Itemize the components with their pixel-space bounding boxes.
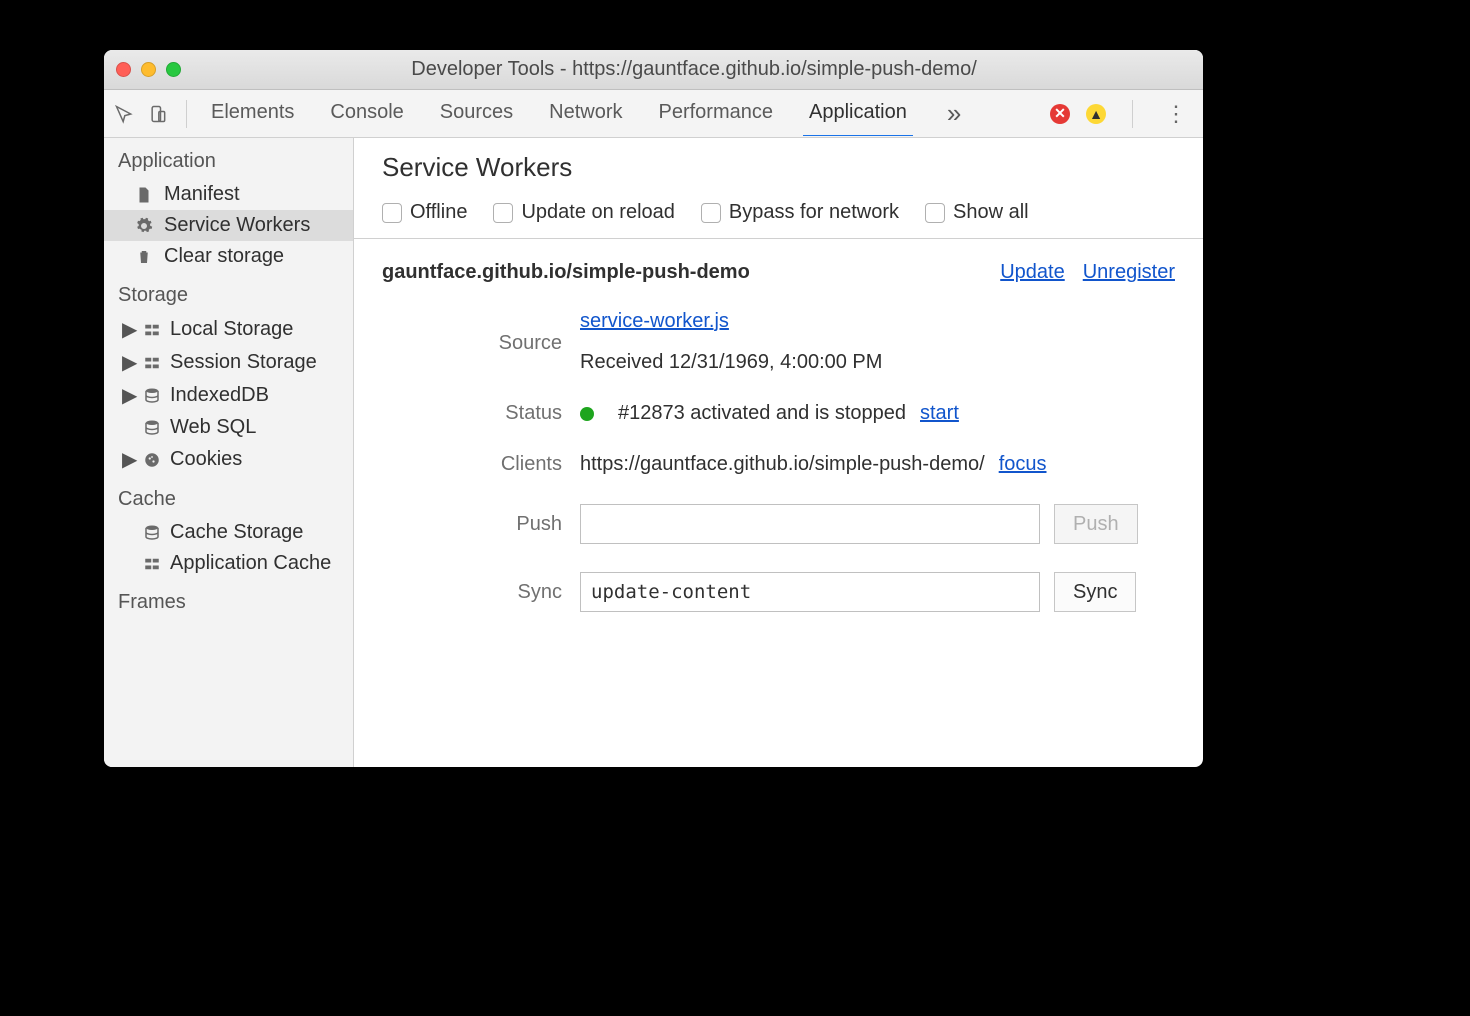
checkbox-icon [701,203,721,223]
sidebar-item-label: Cookies [170,448,242,471]
grid-icon [142,554,162,574]
caret-right-icon: ▶ [122,447,134,472]
devtools-tabstrip: Elements Console Sources Network Perform… [104,90,1203,138]
panel-title: Service Workers [354,138,1203,201]
checkbox-icon [493,203,513,223]
trash-icon [134,247,154,267]
checkbox-label: Bypass for network [729,201,899,224]
client-url: https://gauntface.github.io/simple-push-… [580,453,985,476]
tab-console[interactable]: Console [328,91,405,136]
window-title: Developer Tools - https://gauntface.gith… [197,58,1191,81]
sync-button[interactable]: Sync [1054,572,1136,612]
push-button[interactable]: Push [1054,504,1138,544]
grid-icon [142,353,162,373]
start-link[interactable]: start [920,402,959,425]
database-icon [142,523,162,543]
checkbox-label: Offline [410,201,467,224]
sidebar-section-application: Application [104,138,353,179]
minimize-window-button[interactable] [141,62,156,77]
tab-network[interactable]: Network [547,91,624,136]
sidebar-item-label: Cache Storage [170,521,303,544]
checkbox-label: Show all [953,201,1029,224]
status-indicator-icon [580,407,594,421]
sidebar-item-cookies[interactable]: ▶ Cookies [104,443,353,476]
sidebar-item-session-storage[interactable]: ▶ Session Storage [104,346,353,379]
sidebar-item-label: Web SQL [170,416,256,439]
sidebar-item-indexeddb[interactable]: ▶ IndexedDB [104,379,353,412]
update-on-reload-checkbox[interactable]: Update on reload [493,201,674,224]
gear-icon [134,216,154,236]
status-label: Status [402,402,562,425]
devtools-menu-icon[interactable]: ⋮ [1159,101,1193,127]
sidebar-item-label: Local Storage [170,318,293,341]
sidebar-item-label: Clear storage [164,245,284,268]
tab-application[interactable]: Application [807,91,909,136]
sidebar-section-frames: Frames [104,579,353,620]
source-link[interactable]: service-worker.js [580,310,1175,333]
status-text: #12873 activated and is stopped [618,402,906,425]
zoom-window-button[interactable] [166,62,181,77]
tab-performance[interactable]: Performance [657,91,776,136]
sidebar-section-cache: Cache [104,476,353,517]
show-all-checkbox[interactable]: Show all [925,201,1029,224]
checkbox-icon [382,203,402,223]
source-label: Source [402,330,562,355]
sidebar-item-label: Session Storage [170,351,317,374]
devtools-body: Application Manifest Service Workers Cle… [104,138,1203,767]
sidebar-item-label: Application Cache [170,552,331,575]
unregister-link[interactable]: Unregister [1083,261,1175,284]
close-window-button[interactable] [116,62,131,77]
sidebar-item-manifest[interactable]: Manifest [104,179,353,210]
sidebar-item-websql[interactable]: Web SQL [104,412,353,443]
cookie-icon [142,450,162,470]
sidebar-item-application-cache[interactable]: Application Cache [104,548,353,579]
registration-origin: gauntface.github.io/simple-push-demo [382,261,982,284]
registration-details: Source service-worker.js Received 12/31/… [354,302,1203,620]
devtools-window: Developer Tools - https://gauntface.gith… [104,50,1203,767]
caret-right-icon: ▶ [122,350,134,375]
panel-toolbar: Offline Update on reload Bypass for netw… [354,201,1203,239]
checkbox-icon [925,203,945,223]
divider [1132,100,1133,128]
received-text: Received 12/31/1969, 4:00:00 PM [580,351,1175,374]
divider [186,100,187,128]
offline-checkbox[interactable]: Offline [382,201,467,224]
sidebar-item-service-workers[interactable]: Service Workers [104,210,353,241]
errors-badge-icon[interactable]: ✕ [1050,104,1070,124]
sidebar-section-storage: Storage [104,272,353,313]
push-input[interactable] [580,504,1040,544]
sidebar-item-clear-storage[interactable]: Clear storage [104,241,353,272]
file-icon [134,185,154,205]
caret-right-icon: ▶ [122,317,134,342]
update-link[interactable]: Update [1000,261,1065,284]
traffic-lights [116,62,181,77]
clients-label: Clients [402,453,562,476]
sidebar-item-label: Service Workers [164,214,310,237]
device-toggle-icon[interactable] [148,104,168,124]
window-titlebar: Developer Tools - https://gauntface.gith… [104,50,1203,90]
inspect-element-icon[interactable] [114,104,134,124]
sidebar-item-local-storage[interactable]: ▶ Local Storage [104,313,353,346]
application-sidebar: Application Manifest Service Workers Cle… [104,138,354,767]
sync-input[interactable] [580,572,1040,612]
grid-icon [142,320,162,340]
tab-elements[interactable]: Elements [209,91,296,136]
push-label: Push [402,513,562,536]
focus-link[interactable]: focus [999,453,1047,476]
sidebar-item-label: IndexedDB [170,384,269,407]
service-workers-panel: Service Workers Offline Update on reload… [354,138,1203,767]
sidebar-item-label: Manifest [164,183,240,206]
panel-tabs: Elements Console Sources Network Perform… [197,91,1050,136]
sidebar-item-cache-storage[interactable]: Cache Storage [104,517,353,548]
caret-right-icon: ▶ [122,383,134,408]
warnings-badge-icon[interactable]: ▲ [1086,104,1106,124]
sync-label: Sync [402,581,562,604]
tab-sources[interactable]: Sources [438,91,515,136]
tabs-overflow-icon[interactable]: » [941,98,967,129]
checkbox-label: Update on reload [521,201,674,224]
registration-header: gauntface.github.io/simple-push-demo Upd… [354,239,1203,302]
bypass-for-network-checkbox[interactable]: Bypass for network [701,201,899,224]
database-icon [142,418,162,438]
database-icon [142,386,162,406]
